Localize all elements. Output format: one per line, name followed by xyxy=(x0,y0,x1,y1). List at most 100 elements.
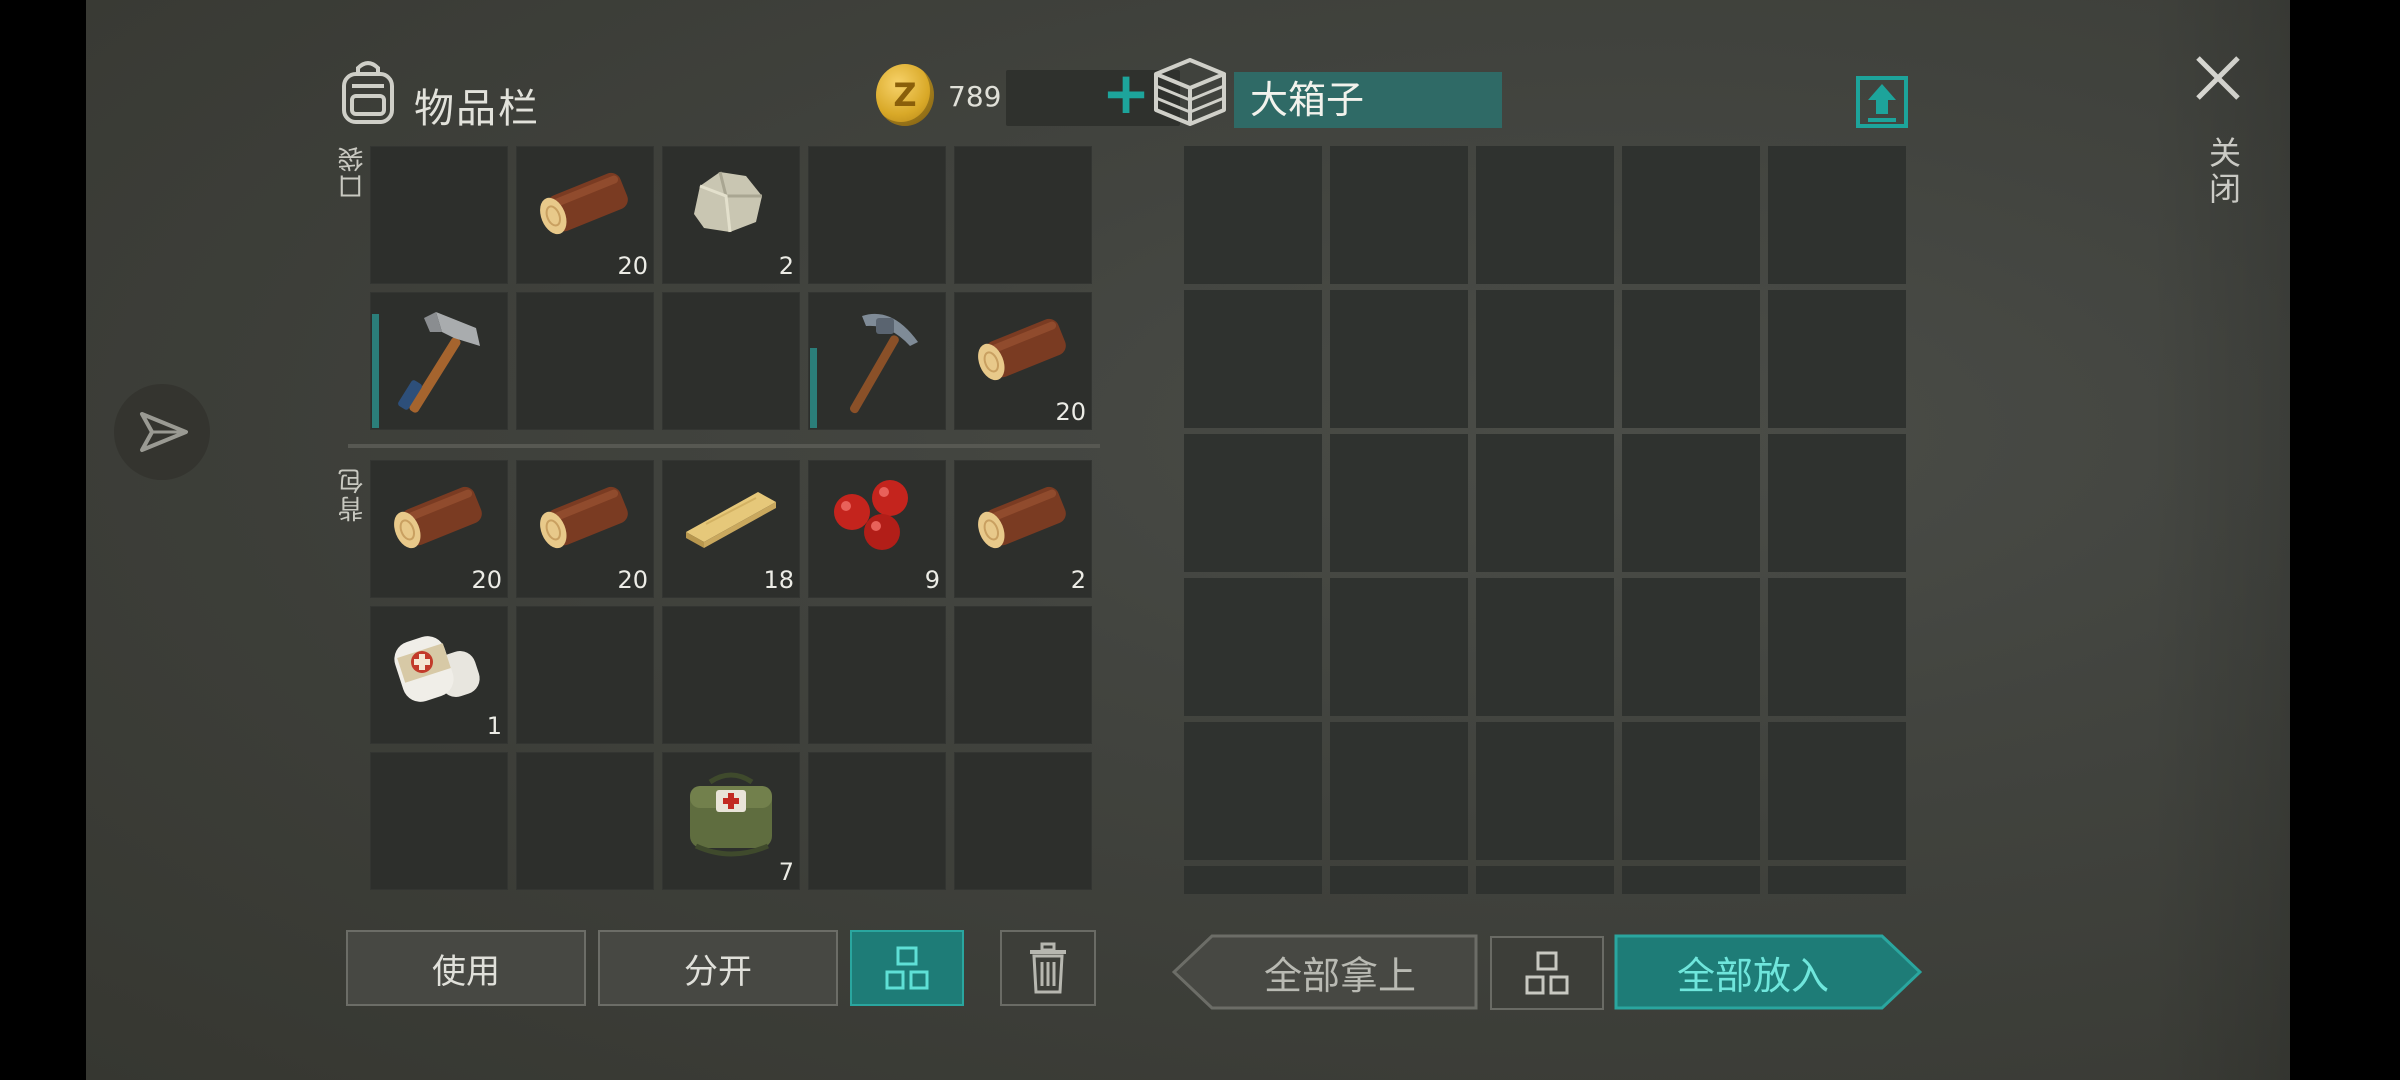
backpack-slot-plank[interactable]: 18 xyxy=(662,460,800,598)
log-icon xyxy=(384,470,494,564)
chest-slot-empty[interactable] xyxy=(1184,578,1322,716)
item-count: 20 xyxy=(1055,398,1086,426)
chest-slot-empty[interactable] xyxy=(1330,434,1468,572)
game-screen: 物品栏 Z 789 + 口袋 背包 使用 分开 大箱子 全部拿上 全部放入 关闭… xyxy=(86,0,2290,1080)
chest-slot-empty[interactable] xyxy=(1476,866,1614,894)
chest-slot-empty[interactable] xyxy=(1768,578,1906,716)
log-icon xyxy=(968,302,1078,396)
chest-slot-empty[interactable] xyxy=(1184,722,1322,860)
inventory-title: 物品栏 xyxy=(414,86,540,132)
put-all-button[interactable]: 全部放入 xyxy=(1614,934,1922,1010)
backpack-slot-empty[interactable] xyxy=(954,752,1092,890)
chest-slot-empty[interactable] xyxy=(1622,290,1760,428)
chest-slot-empty[interactable] xyxy=(1184,146,1322,284)
chest-slot-empty[interactable] xyxy=(1622,434,1760,572)
item-count: 20 xyxy=(617,566,648,594)
pocket-slot-empty[interactable] xyxy=(808,146,946,284)
backpack-slot-empty[interactable] xyxy=(808,606,946,744)
pocket-slot-empty[interactable] xyxy=(516,292,654,430)
backpack-slot-bandage[interactable]: 1 xyxy=(370,606,508,744)
backpack-label: 背包 xyxy=(338,466,368,522)
close-label: 关闭 xyxy=(2204,136,2242,208)
take-all-label: 全部拿上 xyxy=(1263,953,1416,998)
pocket-slot-empty[interactable] xyxy=(370,146,508,284)
item-count: 9 xyxy=(924,566,940,594)
chest-slot-empty[interactable] xyxy=(1330,146,1468,284)
chest-slot-empty[interactable] xyxy=(1184,290,1322,428)
backpack-slot-empty[interactable] xyxy=(516,606,654,744)
item-count: 20 xyxy=(617,252,648,280)
chest-slot-empty[interactable] xyxy=(1330,290,1468,428)
chest-icon xyxy=(1150,54,1230,130)
chest-slot-empty[interactable] xyxy=(1622,722,1760,860)
pocket-slot-log[interactable]: 20 xyxy=(954,292,1092,430)
chest-slot-empty[interactable] xyxy=(1622,578,1760,716)
close-button[interactable]: 关闭 xyxy=(2188,48,2248,218)
first-aid-kit-icon xyxy=(676,762,786,876)
backpack-slot-log[interactable]: 20 xyxy=(370,460,508,598)
use-button[interactable]: 使用 xyxy=(346,930,586,1006)
close-icon xyxy=(2196,56,2240,100)
add-currency-button[interactable]: + xyxy=(1096,64,1156,124)
durability-bar xyxy=(372,314,379,428)
backpack-slot-first-aid-kit[interactable]: 7 xyxy=(662,752,800,890)
backpack-slot-log[interactable]: 20 xyxy=(516,460,654,598)
plank-icon xyxy=(676,470,786,564)
chest-name-field[interactable]: 大箱子 xyxy=(1234,72,1502,128)
grid-sort-icon xyxy=(885,946,929,990)
chest-slot-empty[interactable] xyxy=(1476,722,1614,860)
chest-slot-empty[interactable] xyxy=(1768,866,1906,894)
log-icon xyxy=(968,470,1078,564)
backpack-slot-empty[interactable] xyxy=(808,752,946,890)
chest-slot-empty[interactable] xyxy=(1184,866,1322,894)
pocket-slot-empty[interactable] xyxy=(954,146,1092,284)
item-count: 2 xyxy=(778,252,794,280)
pocket-slot-empty[interactable] xyxy=(662,292,800,430)
backpack-slot-log[interactable]: 2 xyxy=(954,460,1092,598)
bandage-icon xyxy=(384,616,494,720)
chest-slot-empty[interactable] xyxy=(1768,146,1906,284)
take-all-button[interactable]: 全部拿上 xyxy=(1172,934,1478,1010)
backpack-slot-berries[interactable]: 9 xyxy=(808,460,946,598)
backpack-icon xyxy=(332,56,404,128)
berries-icon xyxy=(822,470,932,564)
chest-slot-empty[interactable] xyxy=(1622,146,1760,284)
chest-slot-empty[interactable] xyxy=(1330,866,1468,894)
stone-icon xyxy=(676,156,776,250)
upload-button[interactable] xyxy=(1854,74,1910,130)
item-count: 7 xyxy=(778,858,794,886)
chest-slot-empty[interactable] xyxy=(1476,146,1614,284)
item-count: 20 xyxy=(471,566,502,594)
backpack-slot-empty[interactable] xyxy=(662,606,800,744)
chest-slot-empty[interactable] xyxy=(1476,434,1614,572)
backpack-slot-empty[interactable] xyxy=(954,606,1092,744)
trash-button[interactable] xyxy=(1000,930,1096,1006)
chest-slot-empty[interactable] xyxy=(1768,290,1906,428)
sort-inventory-button[interactable] xyxy=(850,930,964,1006)
chest-slot-empty[interactable] xyxy=(1476,290,1614,428)
coin-letter: Z xyxy=(893,76,917,114)
chest-slot-empty[interactable] xyxy=(1476,578,1614,716)
pocket-slot-log[interactable]: 20 xyxy=(516,146,654,284)
chest-slot-empty[interactable] xyxy=(1330,722,1468,860)
pocket-label: 口袋 xyxy=(338,144,368,200)
chest-slot-empty[interactable] xyxy=(1330,578,1468,716)
put-all-label: 全部放入 xyxy=(1676,953,1829,998)
item-count: 18 xyxy=(763,566,794,594)
upload-icon xyxy=(1856,76,1908,128)
pocket-slot-axe[interactable] xyxy=(370,292,508,430)
sort-chest-button[interactable] xyxy=(1490,936,1604,1010)
send-button[interactable] xyxy=(114,384,210,480)
split-button[interactable]: 分开 xyxy=(598,930,838,1006)
backpack-slot-empty[interactable] xyxy=(516,752,654,890)
chest-slot-empty[interactable] xyxy=(1184,434,1322,572)
chest-slot-empty[interactable] xyxy=(1622,866,1760,894)
pocket-slot-stone[interactable]: 2 xyxy=(662,146,800,284)
backpack-slot-empty[interactable] xyxy=(370,752,508,890)
chest-slot-empty[interactable] xyxy=(1768,434,1906,572)
coin-icon: Z xyxy=(876,64,934,126)
grid-sort-icon xyxy=(1525,951,1569,995)
item-count: 1 xyxy=(486,712,502,740)
chest-slot-empty[interactable] xyxy=(1768,722,1906,860)
pocket-slot-pickaxe[interactable] xyxy=(808,292,946,430)
